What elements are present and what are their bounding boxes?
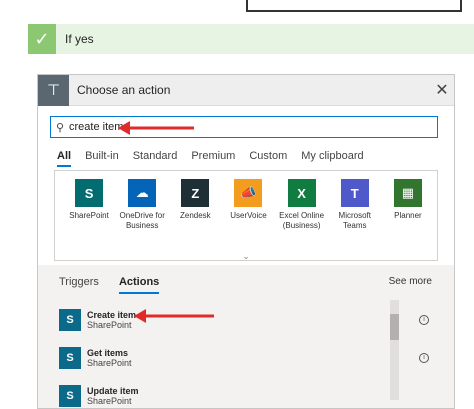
connector-planner[interactable]: ▦ Planner	[384, 179, 432, 260]
sharepoint-icon: S	[75, 179, 104, 207]
tab-premium[interactable]: Premium	[191, 150, 235, 167]
action-create-item[interactable]: S Create item SharePoint i	[59, 305, 429, 335]
connector-label: Microsoft Teams	[338, 211, 371, 230]
close-icon[interactable]: ✕	[430, 80, 454, 100]
action-icon: ⊤	[38, 75, 69, 106]
planner-icon: ▦	[393, 179, 422, 207]
connector-microsoft-teams[interactable]: T Microsoft Teams	[331, 179, 379, 260]
info-icon[interactable]: i	[419, 315, 429, 325]
connector-excel-online[interactable]: X Excel Online (Business)	[278, 179, 326, 260]
tab-actions[interactable]: Actions	[118, 276, 160, 294]
action-name: Update item	[87, 386, 139, 396]
tab-custom[interactable]: Custom	[249, 150, 287, 167]
connector-sharepoint[interactable]: S SharePoint	[65, 179, 113, 260]
dialog-header: ⊤ Choose an action ✕	[38, 75, 454, 106]
connector-grid: S SharePoint ☁ OneDrive for Business Z Z…	[54, 170, 438, 261]
chevron-down-icon[interactable]: ⌄	[54, 251, 438, 261]
connector-zendesk[interactable]: Z Zendesk	[171, 179, 219, 260]
annotation-arrow-search	[118, 121, 194, 135]
search-box[interactable]: ⚲	[50, 116, 438, 138]
trigger-action-tabs: Triggers Actions	[59, 276, 179, 294]
tab-triggers[interactable]: Triggers	[59, 276, 99, 294]
tab-my-clipboard[interactable]: My clipboard	[301, 150, 363, 167]
annotation-arrow-create-item	[134, 309, 214, 323]
flow-designer: ✓ If yes ⊤ Choose an action ✕ ⚲ All Buil…	[0, 0, 474, 409]
tab-built-in[interactable]: Built-in	[85, 150, 119, 167]
action-connector: SharePoint	[87, 358, 132, 368]
teams-icon: T	[340, 179, 369, 207]
action-name: Get items	[87, 348, 129, 358]
onedrive-icon: ☁	[128, 179, 157, 207]
if-yes-branch-header: ✓ If yes	[28, 24, 474, 54]
action-connector: SharePoint	[87, 396, 132, 406]
filter-tabs: All Built-in Standard Premium Custom My …	[57, 150, 378, 167]
sharepoint-icon: S	[59, 309, 81, 331]
action-update-item[interactable]: S Update item SharePoint	[59, 381, 429, 408]
dialog-title: Choose an action	[77, 83, 171, 97]
see-more-link[interactable]: See more	[389, 276, 432, 287]
scrollbar-thumb[interactable]	[390, 314, 399, 340]
tab-standard[interactable]: Standard	[133, 150, 178, 167]
checkmark-icon: ✓	[28, 24, 56, 54]
connector-uservoice[interactable]: 📣 UserVoice	[224, 179, 272, 260]
connector-label: SharePoint	[69, 211, 109, 220]
info-icon[interactable]: i	[419, 353, 429, 363]
connector-label: Zendesk	[180, 211, 211, 220]
sharepoint-icon: S	[59, 347, 81, 369]
sharepoint-icon: S	[59, 385, 81, 407]
tab-all[interactable]: All	[57, 150, 72, 167]
zendesk-icon: Z	[181, 179, 210, 207]
connector-label: OneDrive for Business	[119, 211, 165, 230]
action-get-items[interactable]: S Get items SharePoint i	[59, 343, 429, 373]
connector-label: Excel Online (Business)	[279, 211, 325, 230]
previous-step-card	[246, 0, 462, 12]
actions-scrollbar[interactable]	[390, 300, 399, 400]
search-icon: ⚲	[55, 121, 65, 134]
branch-label: If yes	[65, 32, 94, 46]
connector-onedrive[interactable]: ☁ OneDrive for Business	[118, 179, 166, 260]
uservoice-icon: 📣	[234, 179, 263, 207]
connector-label: Planner	[394, 211, 422, 220]
excel-icon: X	[287, 179, 316, 207]
connector-label: UserVoice	[230, 211, 267, 220]
